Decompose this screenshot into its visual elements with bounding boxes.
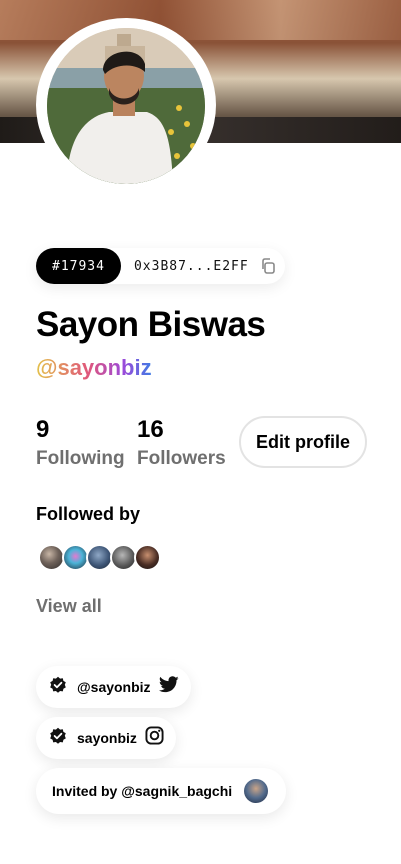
instagram-chip[interactable]: sayonbiz [36,717,176,759]
instagram-handle: sayonbiz [77,730,137,746]
verified-badge-icon [49,676,67,699]
profile-handle[interactable]: @sayonbiz [36,355,152,381]
following-count: 9 [36,416,50,443]
edit-profile-button[interactable]: Edit profile [239,416,367,468]
twitter-chip[interactable]: @sayonbiz [36,666,191,708]
follower-avatar[interactable] [62,544,89,571]
follower-avatar[interactable] [38,544,65,571]
token-id-badge: #17934 [36,248,121,284]
following-label: Following [36,448,125,469]
instagram-icon [145,726,164,750]
invited-by-text: Invited by @sagnik_bagchi [52,783,233,799]
following-stat[interactable]: 9 Following [36,416,125,470]
profile-name: Sayon Biswas [36,305,266,344]
followers-label: Followers [137,448,226,469]
followers-stat[interactable]: 16 Followers [137,416,226,470]
verified-badge-icon [49,727,67,750]
follower-avatar[interactable] [86,544,113,571]
twitter-handle: @sayonbiz [77,679,151,695]
view-all-link[interactable]: View all [36,596,102,617]
copy-icon[interactable] [255,253,281,279]
wallet-id-pill: #17934 0x3B87...E2FF [36,248,285,284]
follower-avatar[interactable] [134,544,161,571]
inviter-avatar[interactable] [244,779,269,803]
followers-count: 16 [137,416,164,443]
wallet-address: 0x3B87...E2FF [133,258,249,274]
profile-avatar[interactable] [47,28,205,184]
twitter-icon [158,676,179,698]
follower-avatar[interactable] [110,544,137,571]
followed-by-title: Followed by [36,504,141,524]
avatar-photo [47,28,205,184]
invited-by-chip[interactable]: Invited by @sagnik_bagchi [36,768,287,814]
